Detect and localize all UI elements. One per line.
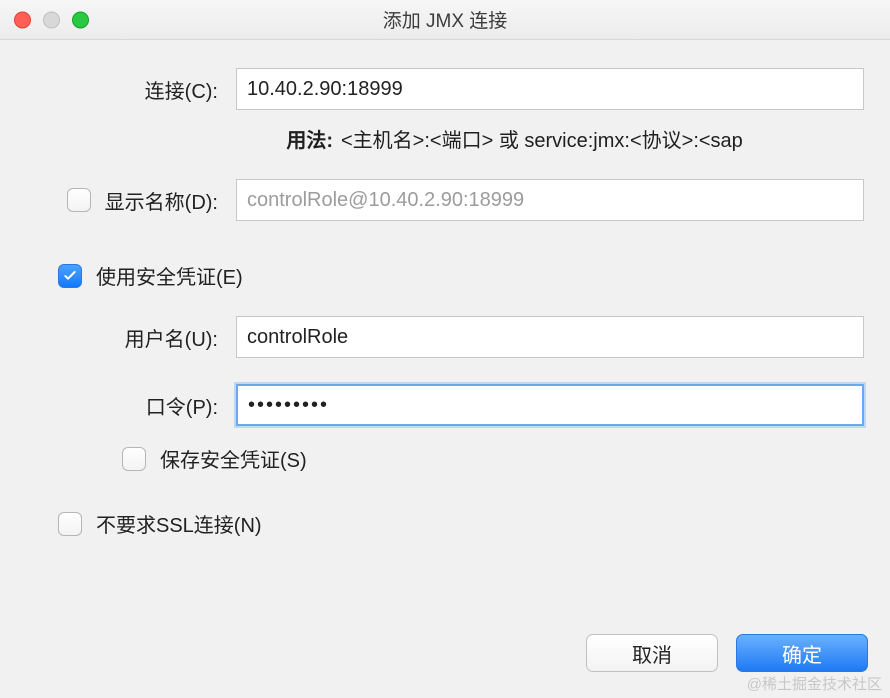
use-credentials-label: 使用安全凭证(E) xyxy=(96,261,243,290)
username-row: 用户名(U): xyxy=(26,316,864,358)
password-row: 口令(P): xyxy=(26,384,864,426)
password-input-wrap xyxy=(236,384,864,426)
display-name-checkbox[interactable] xyxy=(67,188,91,212)
usage-label: 用法: xyxy=(26,124,333,153)
save-credentials-checkbox[interactable] xyxy=(122,447,146,471)
cancel-button[interactable]: 取消 xyxy=(586,634,718,672)
connection-row: 连接(C): xyxy=(26,68,864,110)
titlebar: 添加 JMX 连接 xyxy=(0,0,890,40)
username-input-wrap xyxy=(236,316,864,358)
save-credentials-row: 保存安全凭证(S) xyxy=(26,444,864,473)
maximize-window-button[interactable] xyxy=(72,11,89,28)
display-name-input-wrap xyxy=(236,179,864,221)
dialog-content: 连接(C): 用法: <主机名>:<端口> 或 service:jmx:<协议>… xyxy=(0,40,890,538)
traffic-lights xyxy=(14,11,89,28)
username-label: 用户名(U): xyxy=(26,323,236,352)
display-name-input xyxy=(236,179,864,221)
connection-input[interactable] xyxy=(236,68,864,110)
window-title: 添加 JMX 连接 xyxy=(0,6,890,33)
username-input[interactable] xyxy=(236,316,864,358)
password-input[interactable] xyxy=(236,384,864,426)
dialog-footer: 取消 确定 xyxy=(586,634,868,672)
no-ssl-checkbox[interactable] xyxy=(58,512,82,536)
usage-row: 用法: <主机名>:<端口> 或 service:jmx:<协议>:<sap xyxy=(26,124,864,153)
watermark: @稀土掘金技术社区 xyxy=(747,673,882,694)
minimize-window-button[interactable] xyxy=(43,11,60,28)
use-credentials-row: 使用安全凭证(E) xyxy=(26,261,864,290)
ok-button[interactable]: 确定 xyxy=(736,634,868,672)
display-name-label: 显示名称(D): xyxy=(105,186,218,215)
no-ssl-row: 不要求SSL连接(N) xyxy=(26,509,864,538)
connection-input-wrap xyxy=(236,68,864,110)
connection-label: 连接(C): xyxy=(26,75,236,104)
save-credentials-label: 保存安全凭证(S) xyxy=(160,444,307,473)
display-name-row: 显示名称(D): xyxy=(26,179,864,221)
usage-text: <主机名>:<端口> 或 service:jmx:<协议>:<sap xyxy=(333,124,864,153)
no-ssl-label: 不要求SSL连接(N) xyxy=(96,509,262,538)
password-label: 口令(P): xyxy=(26,391,236,420)
display-name-label-col: 显示名称(D): xyxy=(26,186,236,215)
use-credentials-checkbox[interactable] xyxy=(58,264,82,288)
close-window-button[interactable] xyxy=(14,11,31,28)
